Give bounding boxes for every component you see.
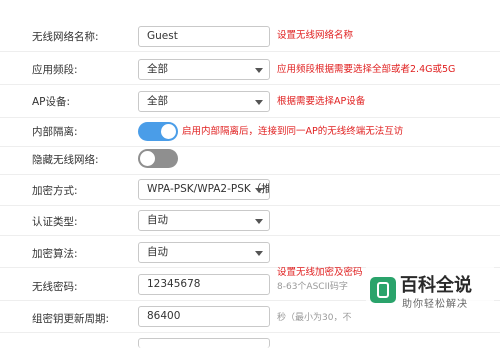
toggle-knob <box>161 124 176 139</box>
encryption-label: 加密方式: <box>32 185 78 197</box>
toggle-knob <box>140 151 155 166</box>
isolation-note: 启用内部隔离后，连接到同一AP的无线终端无法互访 <box>182 126 404 137</box>
auth-type-select-value: 自动 <box>147 214 168 226</box>
isolation-label: 内部隔离: <box>32 126 78 138</box>
isolation-toggle[interactable] <box>138 122 178 141</box>
watermark-title: 百科全说 <box>400 275 472 296</box>
rekey-hint: 秒（最小为30，不 <box>277 313 352 323</box>
band-note: 应用频段根据需要选择全部或者2.4G或5G <box>277 64 456 75</box>
hide-ssid-toggle[interactable] <box>138 149 178 168</box>
band-select-value: 全部 <box>147 63 168 75</box>
auth-type-label: 认证类型: <box>32 216 78 228</box>
baike-logo-icon <box>370 277 396 303</box>
password-input[interactable]: 12345678 <box>138 274 270 295</box>
password-hint: 8-63个ASCII码字 <box>277 282 348 292</box>
ap-label: AP设备: <box>32 96 71 108</box>
row-divider <box>0 174 500 175</box>
ap-note: 根据需要选择AP设备 <box>277 96 366 107</box>
row-divider <box>0 84 500 85</box>
algorithm-label: 加密算法: <box>32 248 78 260</box>
next-field-partial <box>138 338 270 348</box>
chevron-down-icon <box>255 219 263 224</box>
password-note: 设置无线加密及密码 <box>277 267 363 278</box>
chevron-down-icon <box>255 68 263 73</box>
rekey-label: 组密钥更新周期: <box>32 313 110 325</box>
ap-select-value: 全部 <box>147 95 168 107</box>
row-divider <box>0 146 500 147</box>
auth-type-select[interactable]: 自动 <box>138 210 270 231</box>
row-divider <box>0 332 500 333</box>
chevron-down-icon <box>255 100 263 105</box>
ap-select[interactable]: 全部 <box>138 91 270 112</box>
ssid-label: 无线网络名称: <box>32 31 99 43</box>
band-select[interactable]: 全部 <box>138 59 270 80</box>
row-divider <box>0 235 500 236</box>
hide-ssid-label: 隐藏无线网络: <box>32 154 99 166</box>
band-label: 应用频段: <box>32 64 78 76</box>
rekey-input[interactable]: 86400 <box>138 306 270 327</box>
watermark-subtitle: 助你轻松解决 <box>402 299 468 310</box>
algorithm-select-value: 自动 <box>147 246 168 258</box>
encryption-select-value: WPA-PSK/WPA2-PSK（推 <box>147 183 270 195</box>
algorithm-select[interactable]: 自动 <box>138 242 270 263</box>
row-divider <box>0 117 500 118</box>
ssid-input[interactable]: Guest <box>138 26 270 47</box>
ssid-note: 设置无线网络名称 <box>277 30 354 41</box>
encryption-select[interactable]: WPA-PSK/WPA2-PSK（推 <box>138 179 270 200</box>
row-divider <box>0 51 500 52</box>
row-divider <box>0 205 500 206</box>
watermark: 百科全说 助你轻松解决 <box>366 265 494 313</box>
password-label: 无线密码: <box>32 281 78 293</box>
chevron-down-icon <box>255 251 263 256</box>
chevron-down-icon <box>255 188 263 193</box>
